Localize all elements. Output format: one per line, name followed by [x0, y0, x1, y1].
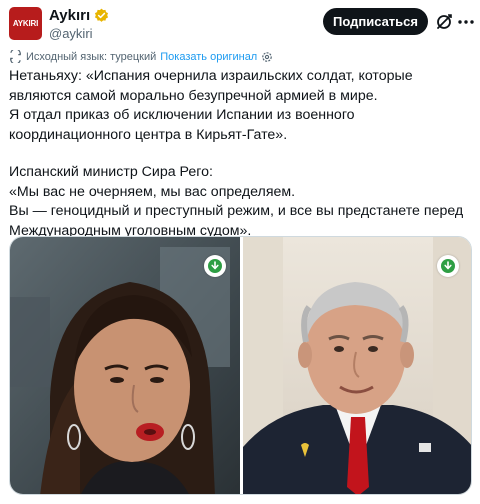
translation-bar: Исходный язык: турецкий Показать оригина…: [9, 50, 273, 63]
source-language-label: Исходный язык: турецкий: [26, 50, 157, 63]
more-options-icon[interactable]: [456, 12, 476, 32]
woman-portrait-image: [10, 237, 240, 494]
gear-icon[interactable]: [261, 51, 273, 63]
subscribe-button[interactable]: Подписаться: [323, 8, 428, 35]
tweet-header: AYKIRI Aykırı @aykiri Подписаться: [0, 0, 480, 46]
tweet-text: Нетаньяху: «Испания очернила израильских…: [9, 67, 474, 241]
show-original-link[interactable]: Показать оригинал: [160, 51, 257, 63]
man-portrait-image: [243, 237, 471, 494]
translate-icon: [10, 50, 21, 63]
tweet-line: Я отдал приказ об исключении Испании из …: [9, 107, 355, 123]
tweet-line: Вы — геноцидный и преступный режим, и вс…: [9, 203, 464, 219]
download-badge[interactable]: [204, 255, 226, 277]
author-name-row[interactable]: Aykırı: [49, 7, 109, 24]
download-badge[interactable]: [437, 255, 459, 277]
photo-woman-portrait[interactable]: [10, 237, 240, 494]
media-grid: [9, 236, 472, 495]
tweet-line: являются самой морально безупречной арми…: [9, 87, 378, 104]
avatar[interactable]: AYKIRI: [9, 7, 42, 40]
photo-man-portrait[interactable]: [243, 237, 471, 494]
download-icon: [208, 259, 222, 273]
tweet-line: Нетаньяху: «Испания очернила израильских…: [9, 68, 413, 84]
tweet-line: Испанский министр Сира Рего:: [9, 164, 213, 180]
avatar-text: AYKIRI: [12, 19, 39, 28]
download-icon: [441, 259, 455, 273]
grok-icon[interactable]: [434, 12, 454, 32]
display-name[interactable]: Aykırı: [49, 7, 90, 24]
handle[interactable]: @aykiri: [49, 26, 93, 41]
tweet-line: «Мы вас не очерняем, мы вас определяем.: [9, 183, 296, 200]
tweet-line: координационного центра в Кирьят-Гате».: [9, 126, 288, 143]
verified-badge-icon: [95, 8, 109, 22]
